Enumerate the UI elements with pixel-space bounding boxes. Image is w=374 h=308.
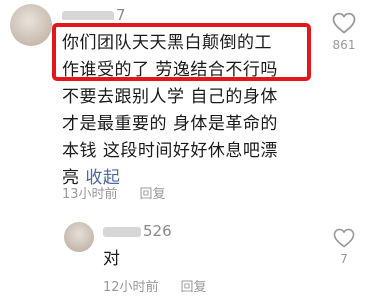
reply-button[interactable]: 回复 xyxy=(140,187,166,202)
reply-text: 对 xyxy=(103,249,120,269)
heart-outline-icon[interactable] xyxy=(332,12,356,34)
comment-username[interactable]: 7 xyxy=(62,6,127,20)
like-count: 861 xyxy=(332,38,356,52)
comment-meta: 13小时前 回复 xyxy=(62,183,188,202)
avatar[interactable] xyxy=(10,4,52,46)
comment-meta: 12小时前 回复 xyxy=(103,276,229,295)
reply-button[interactable]: 回复 xyxy=(181,280,207,295)
avatar[interactable] xyxy=(64,222,94,252)
comment-line: 才是最重要的 身体是革命的 xyxy=(62,114,278,134)
heart-outline-icon[interactable] xyxy=(333,228,355,248)
comment-time: 13小时前 xyxy=(62,187,118,202)
blurred-username-part xyxy=(103,226,141,237)
comment-line: 不要去跟别人学 自己的身体 xyxy=(62,87,278,107)
comment-username[interactable]: 526 xyxy=(103,222,172,240)
blurred-username-part xyxy=(62,10,114,20)
comment-line: 本钱 这段时间好好休息吧漂 xyxy=(62,141,278,161)
highlight-annotation-box xyxy=(52,23,311,81)
comment-time: 12小时前 xyxy=(103,280,159,295)
like-count: 7 xyxy=(340,252,348,266)
